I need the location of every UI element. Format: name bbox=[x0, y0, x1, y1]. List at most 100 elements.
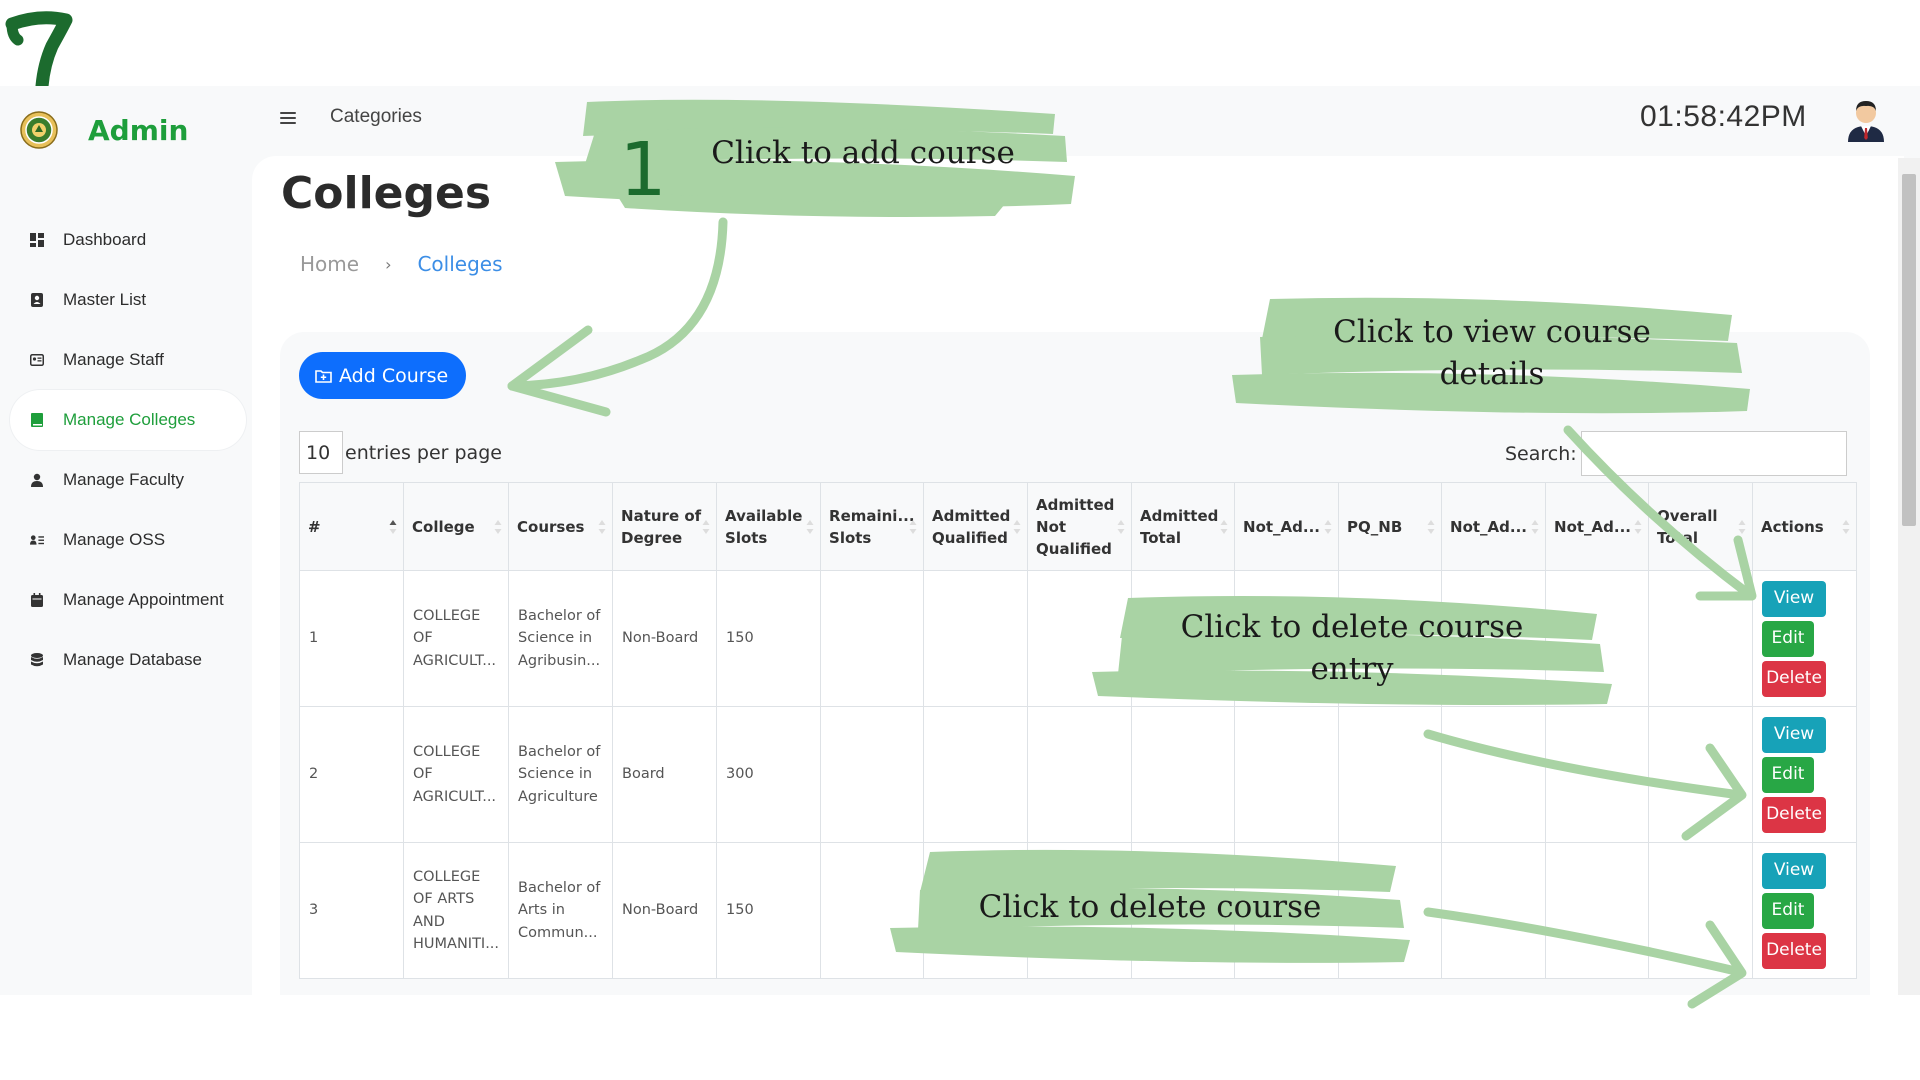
sidebar-item-manage-staff[interactable]: Manage Staff bbox=[10, 330, 246, 390]
sidebar-item-manage-database[interactable]: Manage Database bbox=[10, 630, 246, 690]
breadcrumb-current: Colleges bbox=[417, 252, 503, 276]
user-avatar[interactable] bbox=[1844, 96, 1888, 142]
cell-number: 2 bbox=[299, 706, 404, 843]
cell-slots: 300 bbox=[716, 706, 822, 843]
breadcrumb-separator: › bbox=[385, 254, 392, 274]
sidebar-item-label: Manage Faculty bbox=[63, 470, 184, 489]
cell-empty bbox=[1545, 842, 1650, 979]
sidebar-item-label: Master List bbox=[63, 290, 147, 309]
cell-number: 1 bbox=[299, 570, 404, 707]
cell-empty bbox=[1648, 842, 1754, 979]
cell-college: COLLEGE OF ARTS AND HUMANITI... bbox=[402, 842, 510, 979]
cell-college: COLLEGE OF AGRICULT... bbox=[402, 570, 510, 707]
database-icon bbox=[30, 653, 44, 667]
edit-button[interactable]: Edit bbox=[1762, 892, 1815, 929]
sidebar-item-master-list[interactable]: Master List bbox=[10, 270, 246, 330]
sort-icon bbox=[598, 519, 606, 534]
sidebar-item-label: Manage Colleges bbox=[63, 410, 196, 429]
column-header[interactable]: Admitted Qualified bbox=[923, 482, 1029, 571]
column-header[interactable]: Admitted Not Qualified bbox=[1027, 482, 1133, 571]
delete-button[interactable]: Delete bbox=[1762, 796, 1827, 833]
view-button[interactable]: View bbox=[1762, 852, 1827, 889]
cell-empty bbox=[1234, 706, 1340, 843]
column-header[interactable]: Not_Ad... bbox=[1441, 482, 1547, 571]
cell-empty bbox=[1545, 706, 1650, 843]
brand: Admin bbox=[20, 106, 188, 154]
sort-icon bbox=[1531, 519, 1539, 534]
column-header[interactable]: # bbox=[299, 482, 404, 571]
sort-icon bbox=[494, 519, 502, 534]
vertical-scrollbar[interactable] bbox=[1898, 158, 1920, 995]
sort-icon bbox=[1427, 519, 1435, 534]
sort-icon bbox=[806, 519, 814, 534]
sort-icon bbox=[1634, 519, 1642, 534]
column-header[interactable]: Not_Ad... bbox=[1234, 482, 1340, 571]
column-header[interactable]: Admitted Total bbox=[1131, 482, 1236, 571]
column-header[interactable]: Remaini... Slots bbox=[820, 482, 925, 571]
breadcrumb: Home › Colleges bbox=[300, 252, 503, 276]
column-header[interactable]: Nature of Degree bbox=[612, 482, 718, 571]
annotation-text: Click to view course details bbox=[1333, 314, 1651, 392]
contact-book-icon bbox=[30, 293, 44, 307]
dashboard-icon bbox=[30, 233, 44, 247]
column-header[interactable]: College bbox=[402, 482, 510, 571]
cell-empty bbox=[1441, 842, 1547, 979]
sort-icon bbox=[702, 519, 710, 534]
add-course-label: Add Course bbox=[339, 364, 449, 387]
column-header[interactable]: Courses bbox=[508, 482, 614, 571]
column-header[interactable]: Available Slots bbox=[716, 482, 822, 571]
edit-button[interactable]: Edit bbox=[1762, 756, 1815, 793]
column-header[interactable]: PQ_NB bbox=[1338, 482, 1443, 571]
id-card-icon bbox=[30, 353, 44, 367]
cell-actions: View Edit Delete bbox=[1752, 706, 1858, 843]
sidebar-item-manage-colleges[interactable]: Manage Colleges bbox=[10, 390, 246, 450]
scrollbar-thumb[interactable] bbox=[1902, 174, 1916, 526]
sidebar-item-manage-oss[interactable]: Manage OSS bbox=[10, 510, 246, 570]
sidebar-nav: Dashboard Master List Manage Staff Manag… bbox=[10, 210, 246, 690]
folder-plus-icon bbox=[315, 369, 332, 383]
page-title: Colleges bbox=[281, 168, 492, 219]
user-tie-icon bbox=[30, 473, 44, 487]
table-search: Search: bbox=[1505, 431, 1847, 476]
sort-icon bbox=[1220, 519, 1228, 534]
cell-empty bbox=[1338, 706, 1443, 843]
cell-number: 3 bbox=[299, 842, 404, 979]
view-button[interactable]: View bbox=[1762, 580, 1827, 617]
menu-toggle-icon[interactable] bbox=[280, 112, 296, 126]
cell-course: Bachelor of Science in Agriculture bbox=[508, 706, 614, 843]
sidebar-item-manage-faculty[interactable]: Manage Faculty bbox=[10, 450, 246, 510]
sidebar-item-manage-appointment[interactable]: Manage Appointment bbox=[10, 570, 246, 630]
search-input[interactable] bbox=[1580, 431, 1847, 476]
cell-course: Bachelor of Arts in Commun... bbox=[508, 842, 614, 979]
user-list-icon bbox=[30, 533, 44, 547]
delete-button[interactable]: Delete bbox=[1762, 932, 1827, 969]
cell-empty bbox=[820, 706, 925, 843]
entries-per-page-select[interactable] bbox=[299, 431, 343, 474]
column-header[interactable]: Actions bbox=[1752, 482, 1858, 571]
sort-icon bbox=[1842, 519, 1850, 534]
cell-college: COLLEGE OF AGRICULT... bbox=[402, 706, 510, 843]
cell-empty bbox=[820, 570, 925, 707]
topbar-category-link[interactable]: Categories bbox=[330, 106, 422, 128]
delete-button[interactable]: Delete bbox=[1762, 660, 1827, 697]
add-course-button[interactable]: Add Course bbox=[299, 352, 467, 399]
view-button[interactable]: View bbox=[1762, 716, 1827, 753]
cell-actions: View Edit Delete bbox=[1752, 570, 1858, 707]
cell-course: Bachelor of Science in Agribusin... bbox=[508, 570, 614, 707]
sidebar-item-dashboard[interactable]: Dashboard bbox=[10, 210, 246, 270]
annotation-delete-course: Click to delete course bbox=[890, 842, 1412, 966]
breadcrumb-home-link[interactable]: Home bbox=[300, 252, 359, 276]
column-header[interactable]: Not_Ad... bbox=[1545, 482, 1650, 571]
annotation-text: Click to delete course entry bbox=[1180, 609, 1524, 687]
entries-per-page: entries per page bbox=[299, 431, 502, 474]
cell-nature: Non-Board bbox=[612, 842, 718, 979]
tutorial-screenshot: Admin Dashboard Master List Manage Staff bbox=[0, 0, 1920, 1080]
top-bar: Categories 01:58:42PM bbox=[250, 86, 1920, 152]
cell-empty bbox=[1648, 570, 1754, 707]
cell-empty bbox=[1648, 706, 1754, 843]
column-header[interactable]: Overall Total bbox=[1648, 482, 1754, 571]
edit-button[interactable]: Edit bbox=[1762, 620, 1815, 657]
cell-nature: Board bbox=[612, 706, 718, 843]
table-row: 2 COLLEGE OF AGRICULT... Bachelor of Sci… bbox=[299, 706, 1858, 843]
cell-empty bbox=[1027, 706, 1133, 843]
